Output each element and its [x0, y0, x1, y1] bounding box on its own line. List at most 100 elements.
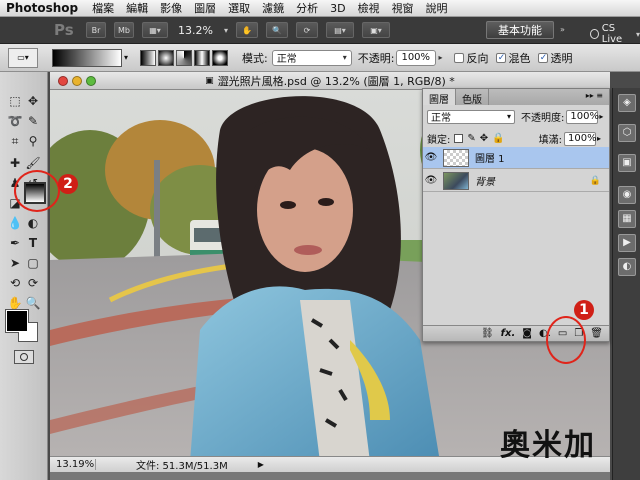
color-panel-button[interactable]: ◉	[618, 186, 636, 204]
3d-rotate-tool[interactable]: ⟲	[6, 274, 24, 292]
reflected-gradient-button[interactable]	[194, 49, 211, 66]
fill-slider-toggle[interactable]: ▸	[597, 134, 601, 143]
minimize-window-button[interactable]	[72, 76, 82, 86]
dodge-tool[interactable]: ◐	[24, 214, 42, 232]
opacity-input[interactable]: 100%	[396, 49, 437, 66]
path-select-tool[interactable]: ➤	[6, 254, 24, 272]
workspace-button[interactable]: 基本功能	[486, 21, 554, 39]
cs-live-button[interactable]: CS Live ▾	[590, 23, 640, 45]
actions-panel-button[interactable]: ▶	[618, 234, 636, 252]
collapse-dock-button[interactable]: ◈	[618, 94, 636, 112]
gradient-editor-caret[interactable]: ▾	[124, 53, 128, 62]
diamond-gradient-button[interactable]	[212, 49, 229, 66]
link-icon: ⛓	[480, 328, 494, 339]
quick-select-tool[interactable]: ✎	[24, 112, 42, 130]
linear-gradient-button[interactable]	[140, 49, 157, 66]
reverse-checkbox[interactable]	[454, 52, 465, 63]
eye-icon[interactable]: 👁	[423, 152, 439, 163]
zoom-level[interactable]: 13.2%	[178, 24, 224, 37]
fill-input[interactable]: 100%	[563, 131, 597, 146]
reverse-option[interactable]: 反向	[454, 50, 488, 66]
menu-help[interactable]: 說明	[420, 0, 454, 16]
zoom-window-button[interactable]	[86, 76, 96, 86]
menu-3d[interactable]: 3D	[324, 2, 351, 15]
mode-select[interactable]: 正常 ▾	[271, 49, 352, 66]
quick-mask-button[interactable]	[14, 350, 34, 364]
mini-bridge-button[interactable]: Mb	[114, 22, 134, 38]
close-window-button[interactable]	[58, 76, 68, 86]
zoom-tool-button[interactable]: 🔍	[266, 22, 289, 38]
3d-panel-button[interactable]: ⬡	[618, 124, 636, 142]
panel-menu-icon[interactable]: ▸▸ ≡	[580, 89, 609, 105]
delete-layer-button[interactable]: 🗑	[590, 328, 603, 339]
menu-image[interactable]: 影像	[154, 0, 188, 16]
layer-row[interactable]: 👁 圖層 1	[423, 147, 609, 169]
menu-edit[interactable]: 編輯	[120, 0, 154, 16]
chevron-down-icon: ▾	[506, 112, 511, 121]
screen-mode-button[interactable]: ▣ ▾	[362, 22, 391, 38]
blend-mode-select[interactable]: 正常 ▾	[427, 109, 515, 124]
lock-position-button[interactable]: ✥	[480, 133, 488, 144]
bridge-button[interactable]: Br	[86, 22, 106, 38]
menu-layer[interactable]: 圖層	[188, 0, 222, 16]
pen-tool[interactable]: ✒	[6, 234, 24, 252]
app-name[interactable]: Photoshop	[0, 1, 86, 15]
opacity-slider-toggle[interactable]: ▸	[438, 53, 442, 62]
adjustments-panel-button[interactable]: ◐	[618, 258, 636, 276]
reverse-label: 反向	[466, 51, 489, 65]
chevron-down-icon[interactable]: ▾	[224, 26, 228, 35]
add-mask-button[interactable]: ◙	[522, 328, 532, 339]
menu-analysis[interactable]: 分析	[290, 0, 324, 16]
layer-style-button[interactable]: fx.	[501, 328, 516, 339]
menu-view[interactable]: 檢視	[352, 0, 386, 16]
tab-channels[interactable]: 色版	[456, 89, 489, 106]
dither-option[interactable]: ✓ 混色	[496, 50, 530, 66]
marquee-tool[interactable]: ⬚	[6, 92, 24, 110]
blur-drop-icon: 💧	[7, 216, 23, 230]
menu-select[interactable]: 選取	[222, 0, 256, 16]
move-icon: ✥	[479, 133, 489, 144]
status-menu-arrow[interactable]: ▶	[258, 460, 264, 469]
tab-layers[interactable]: 圖層	[423, 89, 456, 106]
hand-tool-button[interactable]: ✋	[236, 22, 259, 38]
link-layers-button[interactable]: ⛓	[481, 328, 494, 339]
crop-tool[interactable]: ⌗	[6, 132, 24, 150]
eye-icon[interactable]: 👁	[423, 175, 439, 186]
rotate-view-button[interactable]: ⟳	[296, 22, 319, 38]
layer-row[interactable]: 👁 背景 🔒	[423, 170, 609, 192]
lasso-tool[interactable]: ➰	[6, 112, 24, 130]
application-bar: Ps Br Mb ▦ ▾ 13.2% ▾ ✋ 🔍 ⟳ ▤ ▾ ▣ ▾ 基本功能 » C…	[0, 17, 640, 45]
angle-gradient-button[interactable]	[176, 49, 193, 66]
transparency-checkbox[interactable]: ✓	[538, 52, 549, 63]
eyedropper-tool[interactable]: ⚲	[24, 132, 42, 150]
type-tool[interactable]: T	[24, 234, 42, 252]
swatches-panel-button[interactable]: ▦	[618, 210, 636, 228]
shape-tool[interactable]: ▢	[24, 254, 42, 272]
blur-tool[interactable]: 💧	[6, 214, 24, 232]
view-extras-button[interactable]: ▦ ▾	[142, 22, 168, 38]
annotation-number-two: 2	[58, 174, 78, 194]
lock-all-button[interactable]: 🔒	[492, 133, 504, 144]
mask-panel-button[interactable]: ▣	[618, 154, 636, 172]
dither-checkbox[interactable]: ✓	[496, 52, 507, 63]
opacity-label: 不透明:	[357, 51, 395, 65]
menu-filter[interactable]: 濾鏡	[256, 0, 290, 16]
3d-camera-tool[interactable]: ⟳	[24, 274, 42, 292]
trash-icon: 🗑	[590, 328, 603, 339]
menu-file[interactable]: 檔案	[86, 0, 120, 16]
lock-transparent-pixels-button[interactable]	[454, 134, 464, 143]
transparency-option[interactable]: ✓ 透明	[538, 50, 572, 66]
layer-opacity-input[interactable]: 100%	[566, 109, 599, 124]
workspace-menu-icon[interactable]: »	[560, 25, 565, 34]
lock-image-pixels-button[interactable]: ✎	[467, 133, 475, 144]
move-tool[interactable]: ✥	[24, 92, 42, 110]
layer-opacity-slider-toggle[interactable]: ▸	[599, 112, 603, 121]
status-zoom[interactable]: 13.19%	[50, 459, 96, 470]
healing-brush-tool[interactable]: ✚	[6, 154, 24, 172]
layers-icon: ◈	[623, 97, 631, 108]
tool-preset-picker[interactable]: ▭▾	[8, 47, 38, 68]
menu-window[interactable]: 視窗	[386, 0, 420, 16]
radial-gradient-button[interactable]	[158, 49, 175, 66]
gradient-picker[interactable]	[52, 48, 122, 67]
arrange-documents-button[interactable]: ▤ ▾	[326, 22, 355, 38]
